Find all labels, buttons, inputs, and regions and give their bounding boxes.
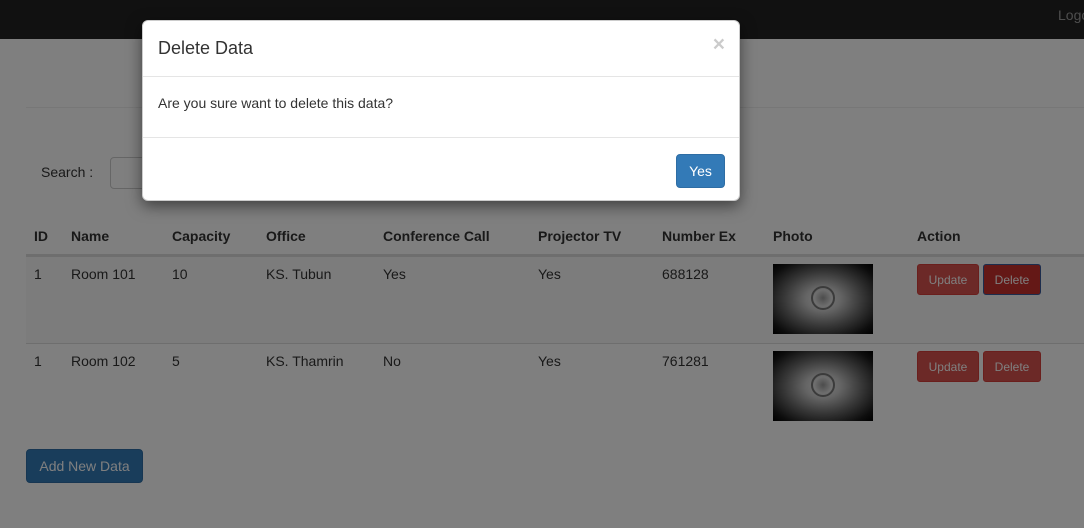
yes-button[interactable]: Yes: [676, 154, 725, 188]
page: Logout Search : ID Name Capacity Office …: [0, 0, 1084, 528]
modal-footer: Yes: [143, 137, 739, 201]
modal-message: Are you sure want to delete this data?: [158, 95, 394, 111]
modal-title: Delete Data: [158, 38, 254, 58]
modal-body: Are you sure want to delete this data?: [143, 77, 739, 137]
delete-confirm-modal: Delete Data × Are you sure want to delet…: [142, 20, 740, 201]
close-icon[interactable]: ×: [713, 34, 725, 55]
modal-header: Delete Data ×: [143, 21, 739, 77]
